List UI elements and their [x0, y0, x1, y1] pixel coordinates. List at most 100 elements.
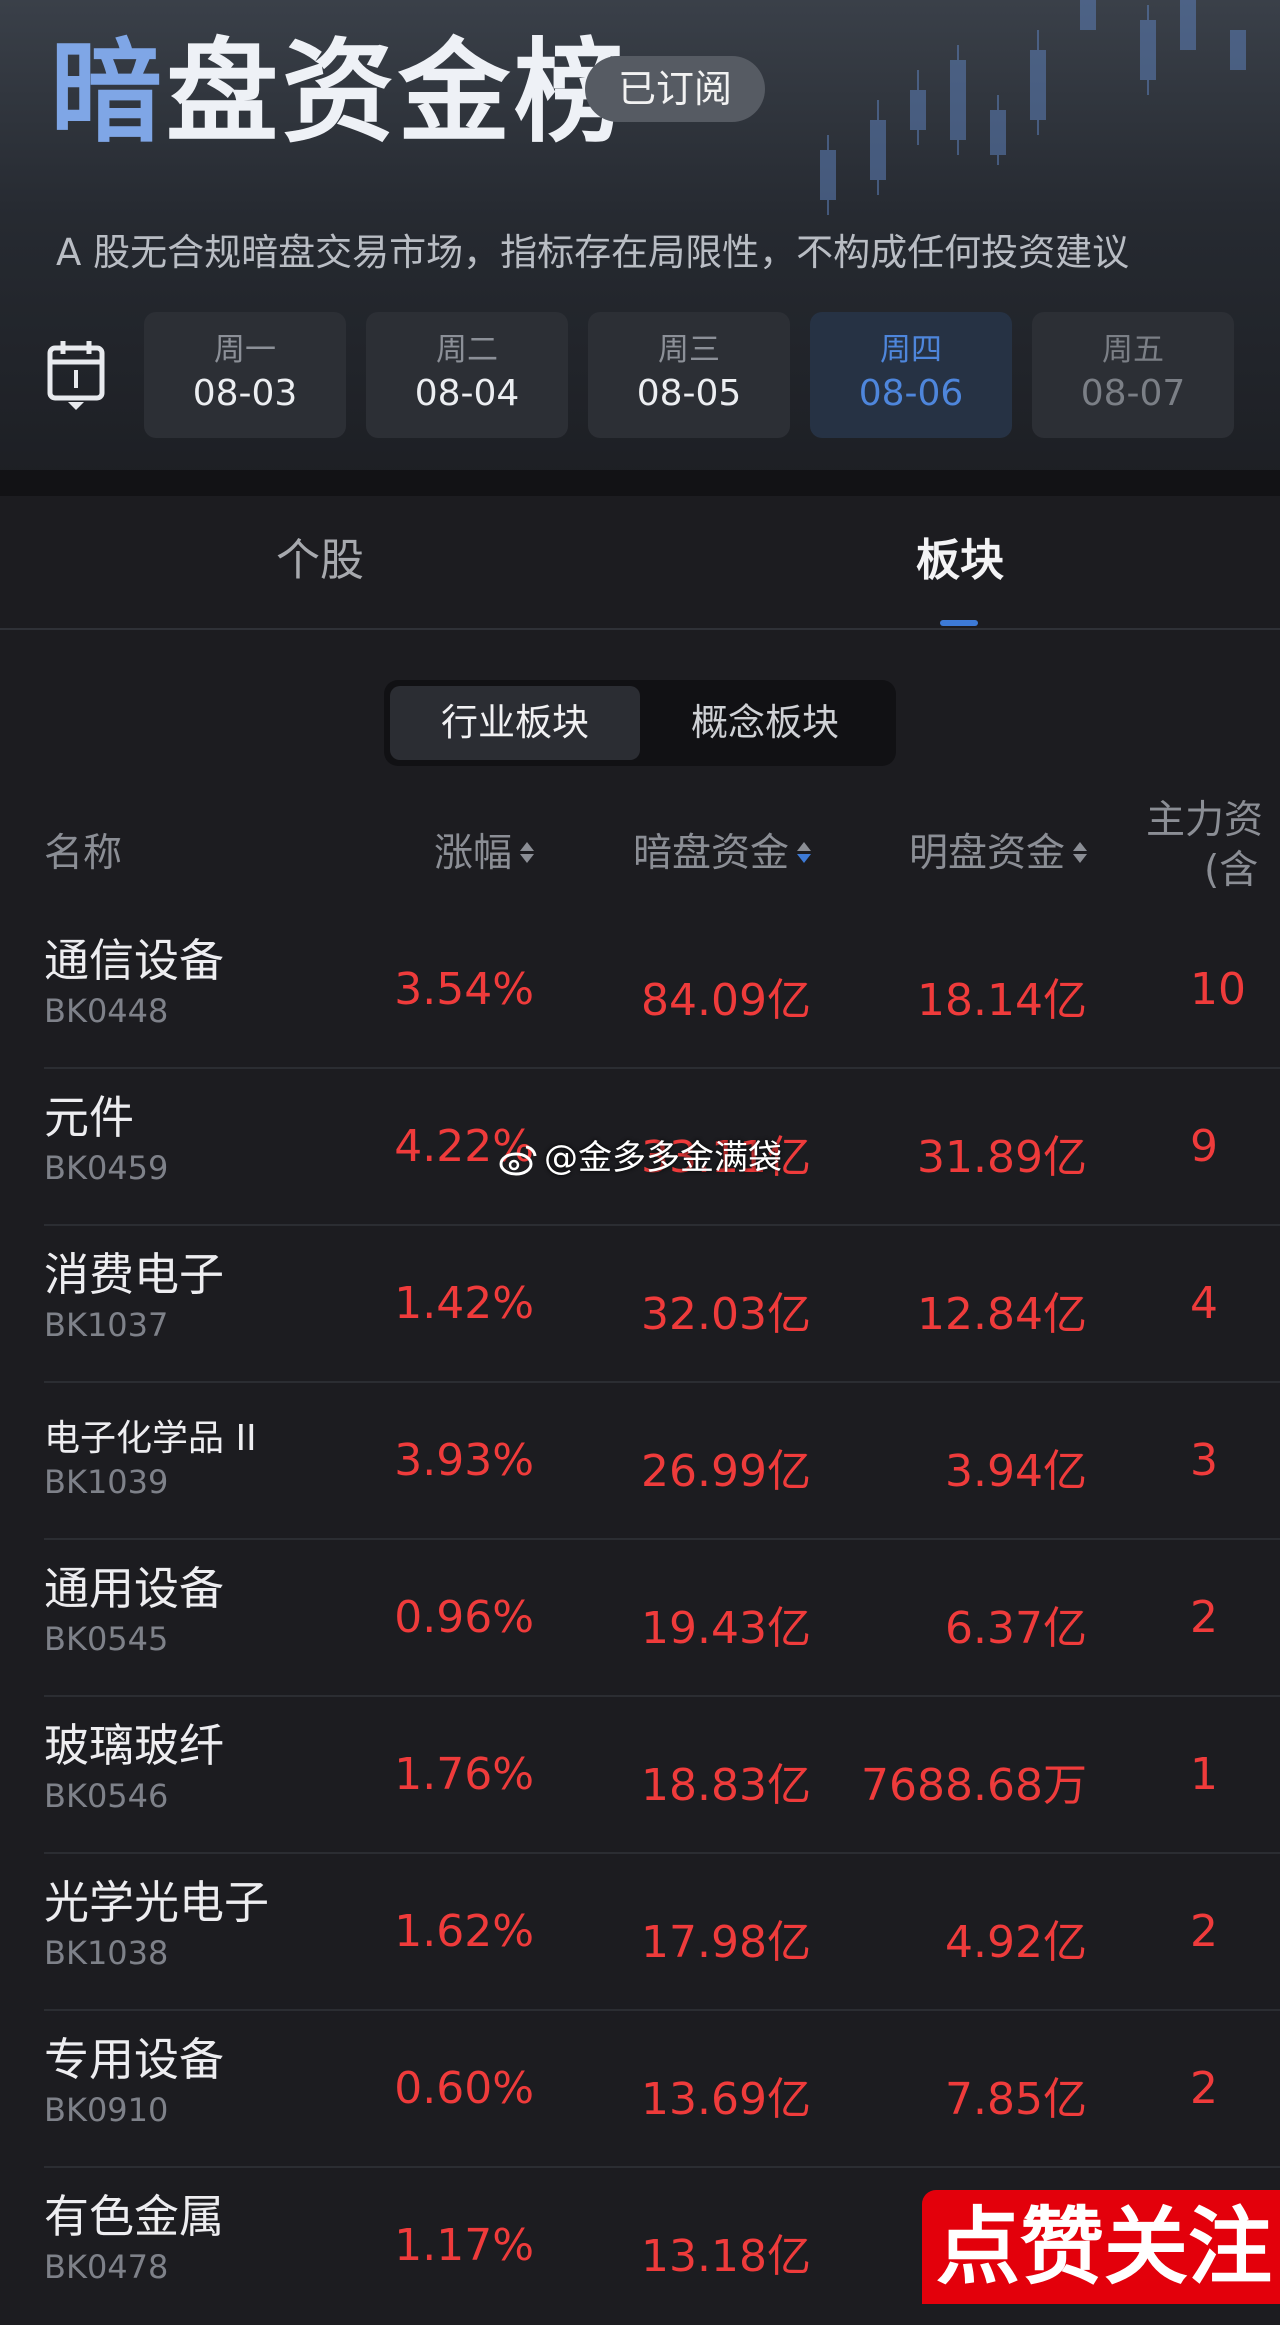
column-header-name: 名称 — [44, 831, 123, 876]
day-button-fri[interactable]: 周五 08-07 — [1032, 312, 1234, 438]
column-header-lit-funds[interactable]: 明盘资金 — [909, 822, 1087, 878]
table-row[interactable]: 电子化学品 II BK1039 3.93% 26.99亿 3.94亿 3 — [0, 1383, 1280, 1540]
lit-funds-value: 31.89亿 — [917, 1132, 1087, 1183]
tab-sector[interactable]: 板块 — [760, 496, 1160, 628]
day-date: 08-03 — [192, 373, 298, 414]
lit-funds-value: 12.84亿 — [917, 1289, 1087, 1340]
day-button-mon[interactable]: 周一 08-03 — [144, 312, 346, 438]
dark-funds-value: 19.43亿 — [641, 1603, 811, 1654]
dark-funds-value: 13.69亿 — [641, 2074, 811, 2125]
main-funds-value: 1 — [1190, 1749, 1218, 1800]
change-value: 1.62% — [394, 1906, 534, 1957]
day-date: 08-06 — [858, 373, 964, 414]
lit-funds-value: 18.14亿 — [917, 975, 1087, 1026]
table-row[interactable]: 光学光电子 BK1038 1.62% 17.98亿 4.92亿 2 — [0, 1854, 1280, 2011]
table-row[interactable]: 玻璃玻纤 BK0546 1.76% 18.83亿 7688.68万 1 — [0, 1697, 1280, 1854]
main-funds-value: 10 — [1190, 964, 1246, 1015]
day-button-thu[interactable]: 周四 08-06 — [810, 312, 1012, 438]
active-tab-indicator — [940, 620, 978, 626]
sort-desc-icon — [797, 842, 811, 863]
lit-funds-value: 6.37亿 — [945, 1603, 1087, 1654]
column-header-change-label: 涨幅 — [433, 831, 512, 876]
change-value: 3.93% — [394, 1435, 534, 1486]
segment-industry[interactable]: 行业板块 — [390, 686, 640, 760]
day-date: 08-04 — [414, 373, 520, 414]
dark-funds-value: 18.83亿 — [641, 1760, 811, 1811]
sector-name: 元件 — [44, 1091, 135, 1144]
day-weekday: 周二 — [436, 332, 498, 368]
like-follow-text: 点赞关注 — [936, 2198, 1273, 2296]
day-weekday: 周五 — [1102, 332, 1164, 368]
weibo-icon — [499, 1145, 537, 1175]
sector-code: BK0448 — [44, 992, 169, 1030]
page-header: 暗盘资金榜 已订阅 A 股无合规暗盘交易市场，指标存在局限性，不构成任何投资建议… — [0, 0, 1280, 480]
change-value: 0.60% — [394, 2063, 534, 2114]
sector-code: BK1038 — [44, 1934, 169, 1972]
sector-name: 消费电子 — [44, 1248, 225, 1301]
change-value: 1.76% — [394, 1749, 534, 1800]
day-weekday: 周三 — [658, 332, 720, 368]
column-header-dark-funds-label: 暗盘资金 — [632, 831, 789, 876]
day-button-tue[interactable]: 周二 08-04 — [366, 312, 568, 438]
day-weekday: 周一 — [214, 332, 276, 368]
sector-code: BK0459 — [44, 1149, 169, 1187]
main-funds-value: 3 — [1190, 1435, 1218, 1486]
change-value: 1.42% — [394, 1278, 534, 1329]
sector-name: 通信设备 — [44, 934, 225, 987]
column-header-main-funds-sub: (含 — [1204, 848, 1259, 893]
day-button-wed[interactable]: 周三 08-05 — [588, 312, 790, 438]
sector-name: 有色金属 — [44, 2190, 225, 2243]
main-tabs: 个股 板块 — [0, 496, 1280, 630]
sector-code: BK0478 — [44, 2248, 169, 2286]
dark-funds-value: 13.18亿 — [641, 2231, 811, 2282]
lit-funds-value: 7.85亿 — [945, 2074, 1087, 2125]
dark-funds-value: 32.03亿 — [641, 1289, 811, 1340]
column-header-main-funds[interactable]: 主力资 (含 — [1146, 796, 1280, 896]
sector-name: 通用设备 — [44, 1562, 225, 1615]
sector-name: 玻璃玻纤 — [44, 1719, 225, 1772]
like-follow-banner[interactable]: 点赞关注 — [922, 2190, 1280, 2304]
section-divider — [0, 470, 1280, 496]
column-header-main-funds-label: 主力资 — [1146, 798, 1264, 843]
candlestick-decoration — [820, 0, 1246, 215]
lit-funds-value: 3.94亿 — [945, 1446, 1087, 1497]
change-value: 0.96% — [394, 1592, 534, 1643]
sector-code: BK1037 — [44, 1306, 169, 1344]
disclaimer-text: A 股无合规暗盘交易市场，指标存在局限性，不构成任何投资建议 — [56, 231, 1130, 274]
page-title: 暗盘资金榜 — [50, 27, 630, 158]
lit-funds-value: 7688.68万 — [861, 1760, 1087, 1811]
main-funds-value: 2 — [1190, 1592, 1218, 1643]
sector-type-segment: 行业板块 概念板块 — [384, 680, 896, 766]
subscribed-badge[interactable]: 已订阅 — [585, 56, 765, 122]
lit-funds-value: 4.92亿 — [945, 1917, 1087, 1968]
segment-concept[interactable]: 概念板块 — [640, 686, 890, 760]
sort-icon — [520, 842, 534, 863]
main-funds-value: 2 — [1190, 1906, 1218, 1957]
table-row[interactable]: 消费电子 BK1037 1.42% 32.03亿 12.84亿 4 — [0, 1226, 1280, 1383]
change-value: 1.17% — [394, 2220, 534, 2271]
table-row[interactable]: 专用设备 BK0910 0.60% 13.69亿 7.85亿 2 — [0, 2011, 1280, 2168]
calendar-icon[interactable] — [46, 338, 106, 412]
main-funds-value: 9 — [1190, 1121, 1218, 1172]
sector-code: BK0910 — [44, 2091, 169, 2129]
dark-funds-value: 26.99亿 — [641, 1446, 811, 1497]
sector-code: BK0545 — [44, 1620, 169, 1658]
dark-funds-value: 84.09亿 — [641, 975, 811, 1026]
change-value: 3.54% — [394, 964, 534, 1015]
column-header-lit-funds-label: 明盘资金 — [908, 831, 1065, 876]
day-date: 08-07 — [1080, 373, 1186, 414]
table-row[interactable]: 通用设备 BK0545 0.96% 19.43亿 6.37亿 2 — [0, 1540, 1280, 1697]
column-header-change[interactable]: 涨幅 — [434, 822, 534, 878]
watermark-text: @金多多金满袋 — [544, 1138, 782, 1178]
sector-code: BK1039 — [44, 1463, 169, 1501]
sector-name: 专用设备 — [44, 2033, 225, 2086]
tab-stock[interactable]: 个股 — [120, 496, 520, 628]
main-funds-value: 4 — [1190, 1278, 1218, 1329]
sector-code: BK0546 — [44, 1777, 169, 1815]
column-header-dark-funds[interactable]: 暗盘资金 — [633, 822, 811, 878]
sector-name: 电子化学品 II — [44, 1418, 257, 1459]
day-date: 08-05 — [636, 373, 742, 414]
table-row[interactable]: 通信设备 BK0448 3.54% 84.09亿 18.14亿 10 — [0, 912, 1280, 1069]
sector-name: 光学光电子 — [44, 1876, 270, 1929]
sort-icon — [1073, 842, 1087, 863]
